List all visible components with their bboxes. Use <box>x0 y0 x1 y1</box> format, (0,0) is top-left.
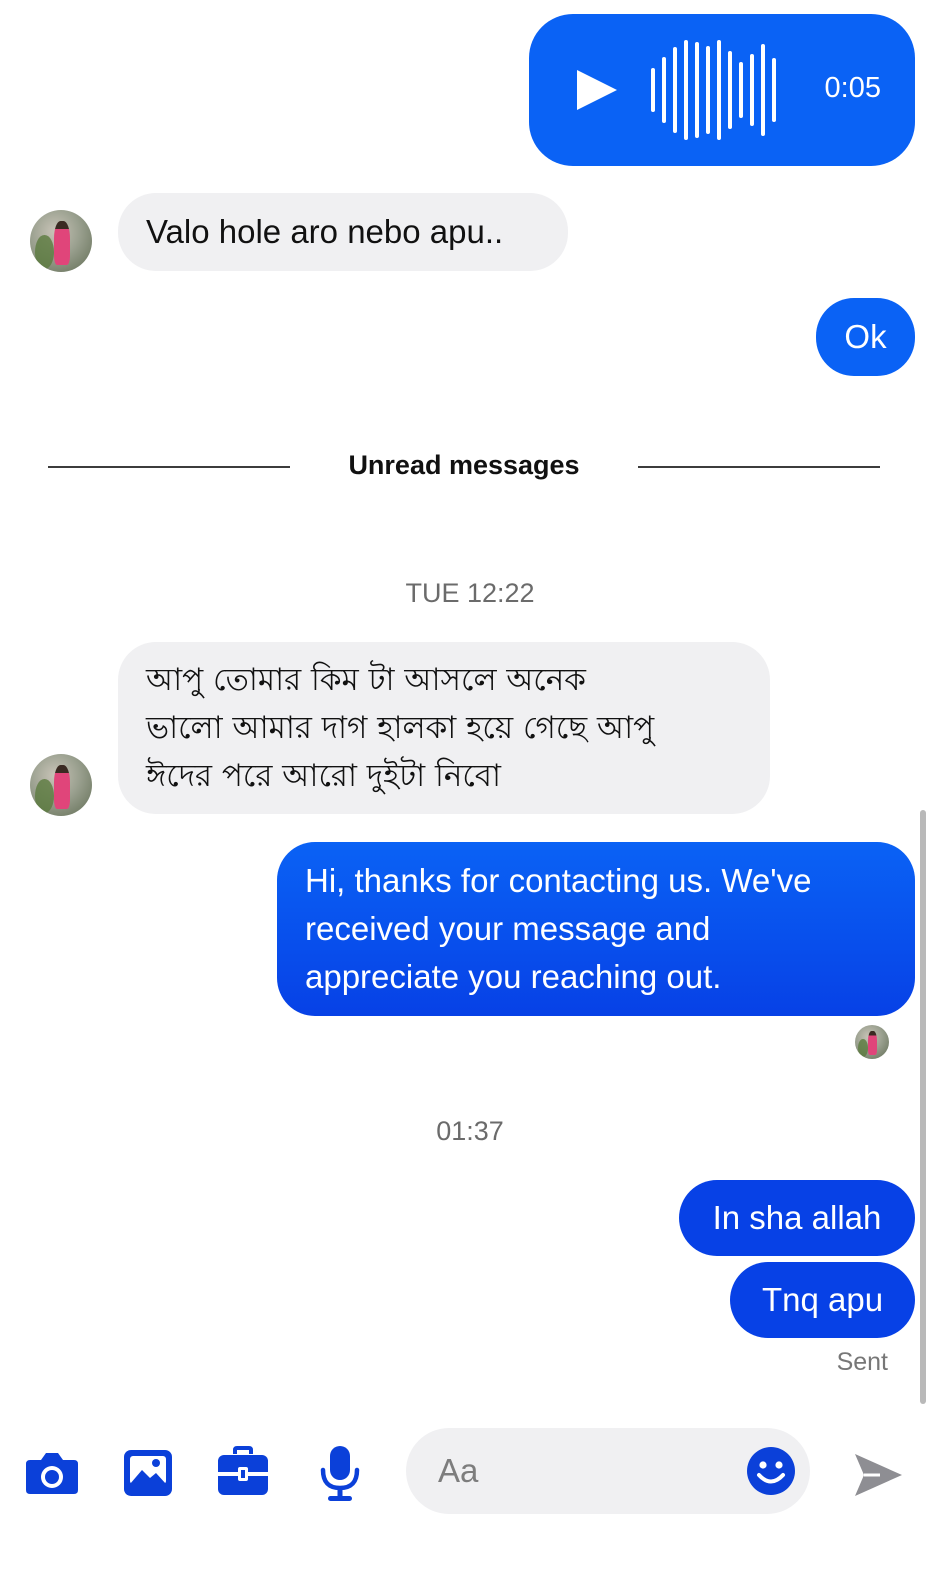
divider-line-left <box>48 466 290 468</box>
smiley-icon[interactable] <box>746 1446 796 1496</box>
waveform-bar <box>684 40 688 140</box>
unread-messages-divider: Unread messages <box>348 450 580 480</box>
message-text: Tnq apu <box>761 1281 884 1318</box>
waveform-bar <box>651 68 655 112</box>
sent-status: Sent <box>836 1348 888 1376</box>
waveform-bar <box>695 42 699 138</box>
camera-icon[interactable] <box>24 1448 80 1496</box>
message-line: appreciate you reaching out. <box>305 958 722 995</box>
outgoing-message[interactable]: Tnq apu <box>730 1262 915 1338</box>
waveform-bar <box>739 62 743 118</box>
read-receipt-avatar <box>855 1025 889 1059</box>
message-line: received your message and <box>305 910 711 947</box>
message-composer[interactable] <box>406 1428 810 1514</box>
outgoing-message[interactable]: Hi, thanks for contacting us. We've rece… <box>277 842 915 1016</box>
image-icon[interactable] <box>122 1448 174 1498</box>
waveform-bar <box>717 40 721 140</box>
voice-message-bubble[interactable]: 0:05 <box>529 14 915 166</box>
waveform-bar <box>772 58 776 122</box>
waveform-bar <box>673 47 677 133</box>
microphone-icon[interactable] <box>318 1444 362 1502</box>
timestamp: TUE 12:22 <box>405 578 535 608</box>
send-icon[interactable] <box>852 1450 904 1500</box>
message-line: ঈদের পরে আরো দুইটা নিবো <box>146 758 502 794</box>
waveform-bar <box>706 46 710 134</box>
voice-duration: 0:05 <box>824 72 881 104</box>
avatar[interactable] <box>30 210 92 272</box>
message-input[interactable] <box>438 1446 738 1496</box>
message-line: আপু তোমার কিম টা আসলে অনেক <box>146 662 586 698</box>
briefcase-icon[interactable] <box>216 1446 270 1498</box>
divider-line-right <box>638 466 880 468</box>
waveform-icon <box>651 40 779 140</box>
outgoing-message[interactable]: Ok <box>816 298 915 376</box>
message-text: Valo hole aro nebo apu.. <box>146 213 504 250</box>
message-line: ভালো আমার দাগ হালকা হয়ে গেছে আপু <box>146 710 655 746</box>
waveform-bar <box>750 54 754 126</box>
avatar[interactable] <box>30 754 92 816</box>
outgoing-message[interactable]: In sha allah <box>679 1180 915 1256</box>
waveform-bar <box>662 57 666 123</box>
waveform-bar <box>761 44 765 136</box>
play-icon[interactable] <box>577 70 617 110</box>
scrollbar[interactable] <box>920 810 926 1404</box>
message-text: Ok <box>844 318 887 355</box>
timestamp: 01:37 <box>436 1116 504 1146</box>
message-line: Hi, thanks for contacting us. We've <box>305 862 812 899</box>
message-text: In sha allah <box>712 1199 882 1236</box>
waveform-bar <box>728 51 732 129</box>
incoming-message[interactable]: আপু তোমার কিম টা আসলে অনেক ভালো আমার দাগ… <box>118 642 770 814</box>
incoming-message[interactable]: Valo hole aro nebo apu.. <box>118 193 568 271</box>
